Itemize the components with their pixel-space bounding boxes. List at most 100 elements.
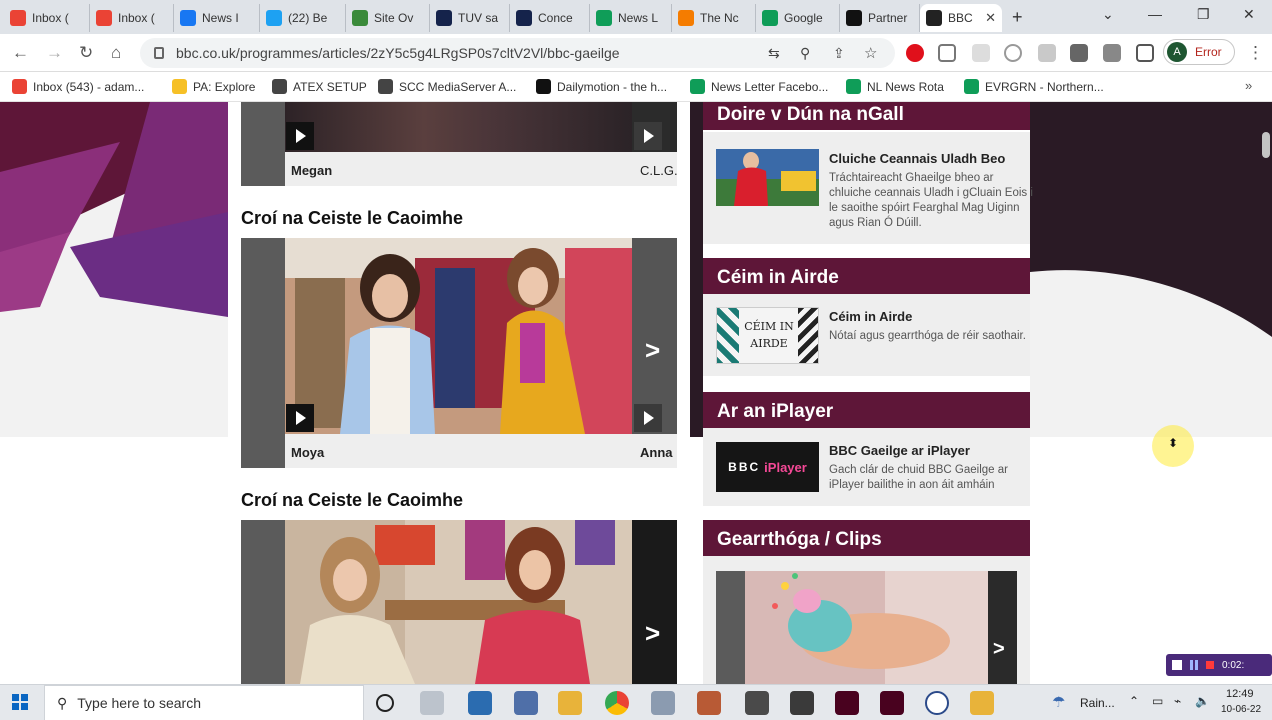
network-icon[interactable]: ⌁: [1174, 694, 1181, 708]
more-bookmarks-icon[interactable]: »: [1245, 78, 1252, 93]
bookmark-item[interactable]: PA: Explore: [172, 79, 255, 94]
folder-icon[interactable]: [970, 691, 994, 715]
twitter-icon: [266, 10, 282, 26]
hangouts-icon: [762, 10, 778, 26]
bookmark-item[interactable]: Dailymotion - the h...: [536, 79, 667, 94]
stop-icon[interactable]: [1206, 661, 1214, 669]
bookmark-item[interactable]: EVRGRN - Northern...: [964, 79, 1104, 94]
browser-tab[interactable]: The Nc: [672, 4, 756, 32]
windows-start-icon[interactable]: [12, 694, 28, 710]
weather-text[interactable]: Rain...: [1080, 696, 1115, 710]
browser-tab[interactable]: Inbox (: [90, 4, 174, 32]
page-scrollbar[interactable]: [1262, 132, 1270, 158]
video-card-2[interactable]: >: [241, 520, 677, 684]
bookmark-star-icon[interactable]: ☆: [864, 44, 877, 62]
panel-header: Doire v Dún na nGall: [703, 102, 1030, 130]
address-bar[interactable]: bbc.co.uk/programmes/articles/2zY5c5g4LR…: [140, 38, 895, 68]
browser-tab[interactable]: TUV sa: [430, 4, 510, 32]
app-icon[interactable]: [790, 691, 814, 715]
zoom-icon[interactable]: ⚲: [800, 45, 810, 62]
panel-body[interactable]: >: [703, 556, 1030, 684]
bookmark-favicon-icon: [172, 79, 187, 94]
panel-body[interactable]: CÉIM IN AIRDE Céim in Airde Nótaí agus g…: [703, 294, 1030, 376]
browser-tab[interactable]: Conce: [510, 4, 590, 32]
extension-b-icon[interactable]: [972, 44, 990, 62]
tray-expand-icon[interactable]: ⌃: [1129, 694, 1139, 708]
browser-tab[interactable]: BBC ✕: [920, 4, 1002, 32]
tab-search-icon[interactable]: ⌄: [1102, 6, 1114, 23]
card-strip: [241, 520, 285, 684]
panel-item-title[interactable]: Céim in Airde: [829, 309, 912, 324]
clock-date[interactable]: 10-06-22: [1221, 704, 1261, 715]
app-icon[interactable]: [514, 691, 538, 715]
reload-icon[interactable]: ↻: [79, 43, 93, 63]
browser-tab[interactable]: News I: [174, 4, 260, 32]
app-icon[interactable]: [468, 691, 492, 715]
play-icon[interactable]: [286, 404, 314, 432]
clock-time[interactable]: 12:49: [1226, 688, 1254, 700]
indesign-icon[interactable]: [880, 691, 904, 715]
panel-body[interactable]: BBC iPlayer BBC Gaeilge ar iPlayer Gach …: [703, 428, 1030, 506]
profile-button[interactable]: A Error: [1163, 39, 1235, 65]
cortana-icon[interactable]: [376, 694, 394, 712]
video-card-moya[interactable]: > Moya Anna: [241, 238, 677, 468]
panel-body[interactable]: Cluiche Ceannais Uladh Beo Tráchtaireach…: [703, 132, 1033, 244]
recycle-extension-icon[interactable]: [1004, 44, 1022, 62]
app-icon[interactable]: [651, 691, 675, 715]
next-arrow-icon[interactable]: >: [993, 638, 1005, 661]
forward-icon[interactable]: →: [46, 43, 63, 63]
back-icon[interactable]: ←: [12, 43, 29, 63]
close-window-icon[interactable]: ✕: [1243, 6, 1255, 23]
chrome-icon[interactable]: [605, 691, 629, 715]
volume-icon[interactable]: 🔈: [1195, 694, 1210, 708]
tab-strip: Inbox (Inbox (News I (22) Be Site Ov TUV sa…: [0, 0, 1272, 34]
play-icon[interactable]: [286, 122, 314, 150]
side-panel-icon[interactable]: [1136, 44, 1154, 62]
section-title: Croí na Ceiste le Caoimhe: [241, 208, 464, 228]
screen-extension-icon[interactable]: [1038, 44, 1056, 62]
browser-tab[interactable]: Partner: [840, 4, 920, 32]
screen-recorder-widget[interactable]: 0:02:: [1166, 654, 1272, 676]
media-control-icon[interactable]: [1103, 44, 1121, 62]
browser-tab[interactable]: (22) Be: [260, 4, 346, 32]
bookmark-item[interactable]: ATEX SETUP: [272, 79, 367, 94]
bookmark-item[interactable]: Inbox (543) - adam...: [12, 79, 144, 94]
translate-icon[interactable]: ⇆: [768, 45, 780, 62]
puzzle-extensions-icon[interactable]: [1070, 44, 1088, 62]
restore-icon[interactable]: ❐: [1197, 6, 1210, 23]
app-icon[interactable]: [745, 691, 769, 715]
app-icon[interactable]: [697, 691, 721, 715]
bookmark-item[interactable]: NL News Rota: [846, 79, 944, 94]
browser-tab[interactable]: Google: [756, 4, 840, 32]
task-view-icon[interactable]: [420, 691, 444, 715]
browser-tab[interactable]: News L: [590, 4, 672, 32]
search-icon: ⚲: [57, 694, 68, 711]
cast-extension-icon[interactable]: [938, 44, 956, 62]
incopy-icon[interactable]: [835, 691, 859, 715]
close-tab-icon[interactable]: ✕: [979, 10, 996, 26]
bookmark-item[interactable]: News Letter Facebo...: [690, 79, 828, 94]
play-icon[interactable]: [634, 404, 662, 432]
minimize-icon[interactable]: —: [1148, 6, 1162, 22]
recorder-icon[interactable]: [1172, 660, 1182, 670]
network-icon[interactable]: ▭: [1152, 694, 1163, 708]
pause-icon[interactable]: [1190, 660, 1198, 670]
bookmark-item[interactable]: SCC MediaServer A...: [378, 79, 516, 94]
panel-item-title[interactable]: BBC Gaeilge ar iPlayer: [829, 443, 970, 458]
opera-extension-icon[interactable]: [906, 44, 924, 62]
video-card-megan[interactable]: Megan C.L.G.: [241, 102, 678, 186]
browser-window: Inbox (Inbox (News I (22) Be Site Ov TUV sa…: [0, 0, 1272, 720]
file-explorer-icon[interactable]: [558, 691, 582, 715]
home-icon[interactable]: ⌂: [111, 43, 121, 63]
next-arrow-icon[interactable]: >: [645, 618, 660, 649]
next-arrow-icon[interactable]: >: [645, 335, 660, 366]
share-icon[interactable]: ⇪: [833, 45, 845, 62]
play-icon[interactable]: [634, 122, 662, 150]
browser-tab[interactable]: Inbox (: [4, 4, 90, 32]
browser-tab[interactable]: Site Ov: [346, 4, 430, 32]
panel-item-title[interactable]: Cluiche Ceannais Uladh Beo: [829, 151, 1005, 166]
new-tab-icon[interactable]: +: [1012, 7, 1023, 28]
menu-kebab-icon[interactable]: ⋮: [1247, 43, 1264, 63]
taskbar-search-box[interactable]: ⚲ Type here to search: [44, 685, 364, 720]
scc-icon[interactable]: [925, 691, 949, 715]
